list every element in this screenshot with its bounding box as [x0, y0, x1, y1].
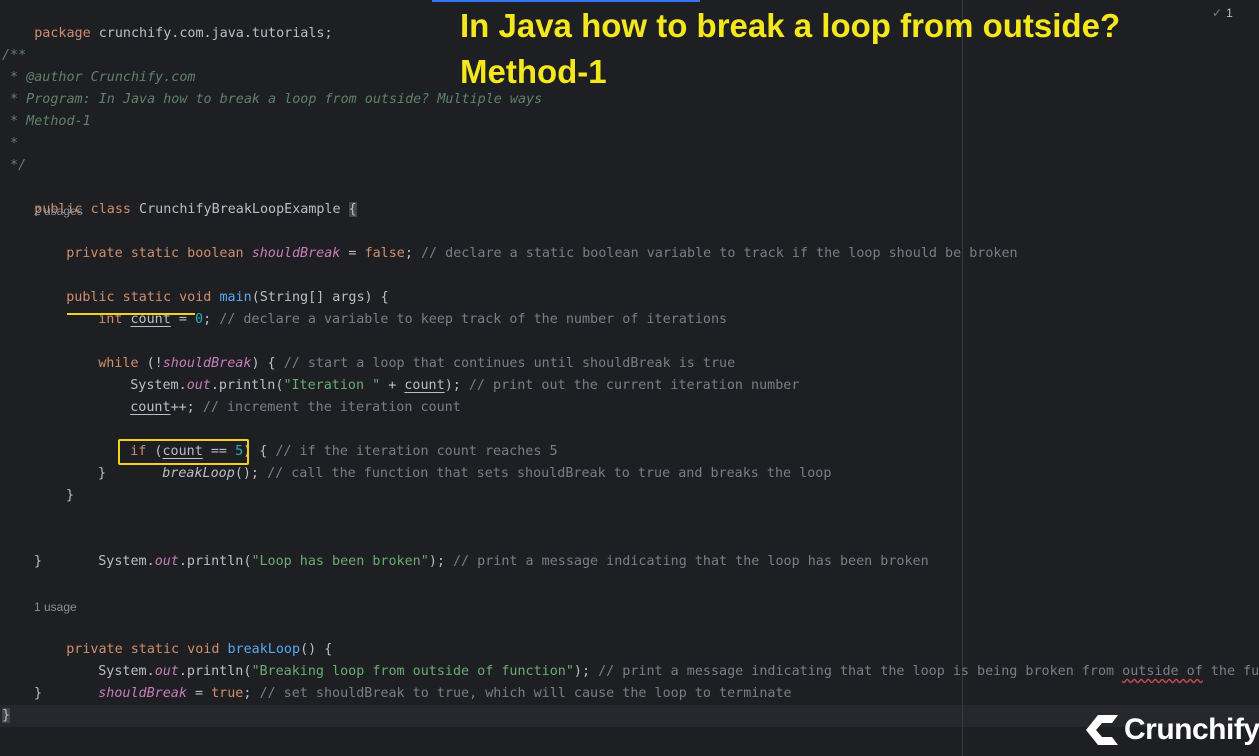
comment: // print out the current iteration numbe…	[468, 378, 800, 393]
package-name: crunchify.com.java.tutorials;	[90, 26, 333, 41]
code-line-print-broken[interactable]: System.out.println("Loop has been broken…	[66, 529, 928, 569]
current-line-highlight	[0, 705, 1259, 727]
keyword: private static boolean	[66, 246, 244, 261]
comment: // declare a static boolean variable to …	[421, 246, 1018, 261]
code-line-close-class[interactable]: }	[2, 705, 11, 727]
operator: ++;	[170, 400, 203, 415]
code-line-class-declaration[interactable]: public class CrunchifyBreakLoopExample {	[2, 177, 357, 217]
crunchify-logo-icon	[1086, 715, 1118, 745]
method-call: breakLoop	[162, 466, 235, 481]
comment: // call the function that sets shouldBre…	[267, 466, 832, 481]
code-line-set-shouldbreak[interactable]: shouldBreak = true; // set shouldBreak t…	[66, 661, 791, 701]
doc-author: Crunchify.com	[82, 70, 196, 85]
doc-comment-open[interactable]: /**	[2, 45, 26, 67]
usages-hint-method[interactable]: 1 usage	[34, 596, 77, 618]
code-line-increment[interactable]: count++; // increment the iteration coun…	[98, 375, 461, 415]
close-brace: }	[2, 708, 11, 723]
semicolon: ;	[404, 246, 421, 261]
doc-author-line[interactable]: * @author Crunchify.com	[2, 67, 196, 89]
comment: // print a message indicating that the l…	[453, 554, 929, 569]
keyword: package	[34, 26, 91, 41]
code-line-print-iteration[interactable]: System.out.println("Iteration " + count)…	[98, 353, 799, 393]
static-field: shouldBreak	[98, 686, 187, 701]
static-field: out	[154, 554, 179, 569]
comment: // set shouldBreak to true, which will c…	[259, 686, 792, 701]
code-line-print-breaking[interactable]: System.out.println("Breaking loop from o…	[66, 639, 1259, 679]
variable: count	[130, 400, 171, 415]
doc-program-line[interactable]: * Program: In Java how to break a loop f…	[2, 89, 542, 111]
annotation-underline	[67, 313, 195, 315]
comment: // increment the iteration count	[202, 400, 461, 415]
doc-method-line[interactable]: * Method-1	[2, 111, 91, 133]
code-line-close-if[interactable]: }	[98, 463, 106, 485]
usages-hint-field[interactable]: 2 usages	[34, 200, 83, 222]
operator: =	[186, 686, 212, 701]
code-line-close-while[interactable]: }	[66, 485, 74, 507]
static-field: shouldBreak	[251, 246, 341, 261]
string: "Loop has been broken"	[251, 554, 429, 569]
open-brace: {	[348, 202, 357, 217]
doc-empty-line[interactable]: *	[2, 133, 18, 155]
logo-text: Crunchify	[1124, 713, 1259, 746]
class-ref: System.	[98, 554, 155, 569]
literal: false	[364, 246, 405, 261]
annotation-box	[118, 439, 249, 465]
scroll-indicator	[432, 0, 700, 2]
comment: the functio	[1210, 664, 1259, 679]
literal: true	[211, 686, 244, 701]
code-line-package[interactable]: package crunchify.com.java.tutorials;	[2, 1, 332, 41]
code-line-field[interactable]: private static boolean shouldBreak = fal…	[34, 221, 1017, 261]
doc-tag: @author	[26, 70, 83, 85]
semicolon: ;	[243, 686, 260, 701]
overlay-title: In Java how to break a loop from outside…	[460, 7, 1121, 44]
number: 0	[195, 312, 204, 327]
semicolon: ;	[203, 312, 220, 327]
inspection-count: 1	[1226, 6, 1233, 20]
punct: );	[428, 554, 453, 569]
code-editor[interactable]: package crunchify.com.java.tutorials; /*…	[0, 0, 1259, 756]
code-line-close-breakloop[interactable]: }	[34, 683, 42, 705]
code-line-main-method[interactable]: public static void main(String[] args) {	[34, 265, 389, 305]
class-name: CrunchifyBreakLoopExample	[131, 202, 349, 217]
doc-comment-close[interactable]: */	[2, 155, 26, 177]
crunchify-logo: Crunchify	[1084, 712, 1259, 748]
inspection-widget[interactable]: ✓ 1	[1212, 6, 1233, 20]
code-line-breakloop-method[interactable]: private static void breakLoop() {	[34, 617, 332, 657]
code-line-close-main[interactable]: }	[34, 551, 42, 573]
code-line-if[interactable]: if (count == 5) { // if the iteration co…	[98, 419, 557, 459]
code-line-count-declaration[interactable]: int count = 0; // declare a variable to …	[66, 287, 727, 327]
comment-typo: outside of	[1122, 664, 1203, 679]
operator: =	[340, 246, 365, 261]
punct: ();	[234, 466, 268, 481]
code-line-while[interactable]: while (!shouldBreak) { // start a loop t…	[66, 331, 735, 371]
doc-prefix: *	[2, 70, 27, 85]
overlay-subtitle: Method-1	[460, 53, 607, 90]
check-icon: ✓	[1212, 6, 1223, 20]
comment: // declare a variable to keep track of t…	[219, 312, 728, 327]
method-call: .println(	[178, 554, 252, 569]
